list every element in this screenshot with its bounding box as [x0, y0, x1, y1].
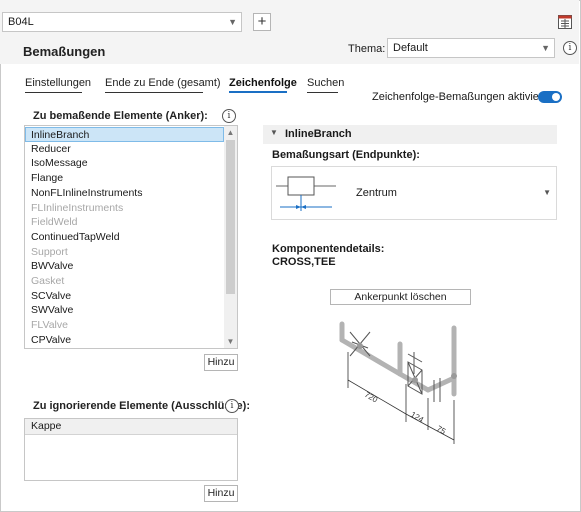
- exclusion-list[interactable]: Kappe: [24, 418, 238, 481]
- anchor-list[interactable]: InlineBranch Reducer IsoMessage Flange NonFL…: [24, 125, 238, 349]
- list-item[interactable]: Flange: [25, 171, 224, 186]
- isometric-pipe-illustration: 720 124 75: [339, 321, 457, 444]
- tab-zeichenfolge-underline: [229, 91, 287, 93]
- info-icon[interactable]: i: [225, 399, 239, 413]
- components-value: CROSS,TEE: [272, 256, 336, 268]
- list-item[interactable]: FieldWeld: [25, 215, 224, 230]
- page-title: Bemaßungen: [23, 44, 106, 59]
- info-icon[interactable]: i: [222, 109, 236, 123]
- center-dimension-icon: [276, 176, 336, 211]
- list-scrollbar[interactable]: ▲ ▼: [224, 126, 237, 348]
- list-item[interactable]: NonFLInlineInstruments: [25, 186, 224, 201]
- anchors-label: Zu bemaßende Elemente (Anker):: [33, 110, 208, 122]
- spreadsheet-export-icon[interactable]: [557, 14, 573, 30]
- tab-zeichenfolge[interactable]: Zeichenfolge: [229, 77, 297, 89]
- dim-type-label: Bemaßungsart (Endpunkte):: [272, 149, 420, 161]
- theme-label: Thema:: [348, 43, 386, 55]
- scroll-thumb[interactable]: [226, 140, 235, 294]
- list-item[interactable]: SCValve: [25, 289, 224, 304]
- list-item[interactable]: Support: [25, 245, 224, 260]
- tab-suchen-underline: [307, 92, 338, 93]
- enable-string-dimensions-toggle[interactable]: [538, 91, 562, 103]
- tab-suchen[interactable]: Suchen: [307, 77, 344, 89]
- list-item[interactable]: SWValve: [25, 303, 224, 318]
- chevron-down-icon: ▼: [228, 17, 237, 27]
- add-project-button[interactable]: +: [253, 13, 271, 31]
- list-item[interactable]: FLValve: [25, 318, 224, 333]
- add-exclusion-button[interactable]: Hinzu: [204, 485, 238, 502]
- info-icon[interactable]: i: [563, 41, 577, 55]
- exclusions-label: Zu ignorierende Elemente (Ausschlüsse):: [33, 400, 250, 412]
- delete-anchor-button[interactable]: Ankerpunkt löschen: [330, 289, 471, 305]
- list-item[interactable]: InlineBranch: [25, 127, 224, 142]
- tab-einstellungen-underline: [25, 92, 82, 93]
- list-item[interactable]: ContinuedTapWeld: [25, 230, 224, 245]
- add-anchor-button[interactable]: Hinzu: [204, 354, 238, 371]
- detail-section-header[interactable]: ▼ InlineBranch: [263, 125, 557, 144]
- chevron-down-icon: ▼: [541, 43, 550, 53]
- dimension-text-75: 75: [435, 424, 448, 437]
- list-item[interactable]: CPValve: [25, 333, 224, 348]
- tab-ende-zu-ende-underline: [105, 92, 203, 93]
- list-item[interactable]: Reducer: [25, 142, 224, 157]
- list-item[interactable]: Gasket: [25, 274, 224, 289]
- dimension-text-124: 124: [409, 410, 426, 425]
- exclusion-column-header: Kappe: [25, 419, 237, 435]
- project-select[interactable]: B04L ▼: [2, 12, 242, 32]
- list-item[interactable]: FLInlineInstruments: [25, 201, 224, 216]
- project-select-value: B04L: [8, 16, 34, 28]
- scroll-down-icon[interactable]: ▼: [224, 337, 237, 346]
- tab-ende-zu-ende[interactable]: Ende zu Ende (gesamt): [105, 77, 221, 89]
- dim-type-select[interactable]: Zentrum ▼: [271, 166, 557, 220]
- chevron-down-icon: ▼: [543, 188, 551, 197]
- dimension-text-720: 720: [363, 390, 380, 405]
- components-label: Komponentendetails:: [272, 243, 385, 255]
- tab-einstellungen[interactable]: Einstellungen: [25, 77, 91, 89]
- dim-type-value: Zentrum: [356, 187, 397, 199]
- toggle-label: Zeichenfolge-Bemaßungen aktivieren:: [372, 91, 558, 103]
- theme-select[interactable]: Default ▼: [387, 38, 555, 58]
- collapse-triangle-icon: ▼: [270, 128, 278, 137]
- list-item[interactable]: IsoMessage: [25, 156, 224, 171]
- theme-select-value: Default: [393, 42, 428, 54]
- list-item[interactable]: BWValve: [25, 259, 224, 274]
- detail-section-title: InlineBranch: [285, 128, 352, 140]
- scroll-up-icon[interactable]: ▲: [224, 128, 237, 137]
